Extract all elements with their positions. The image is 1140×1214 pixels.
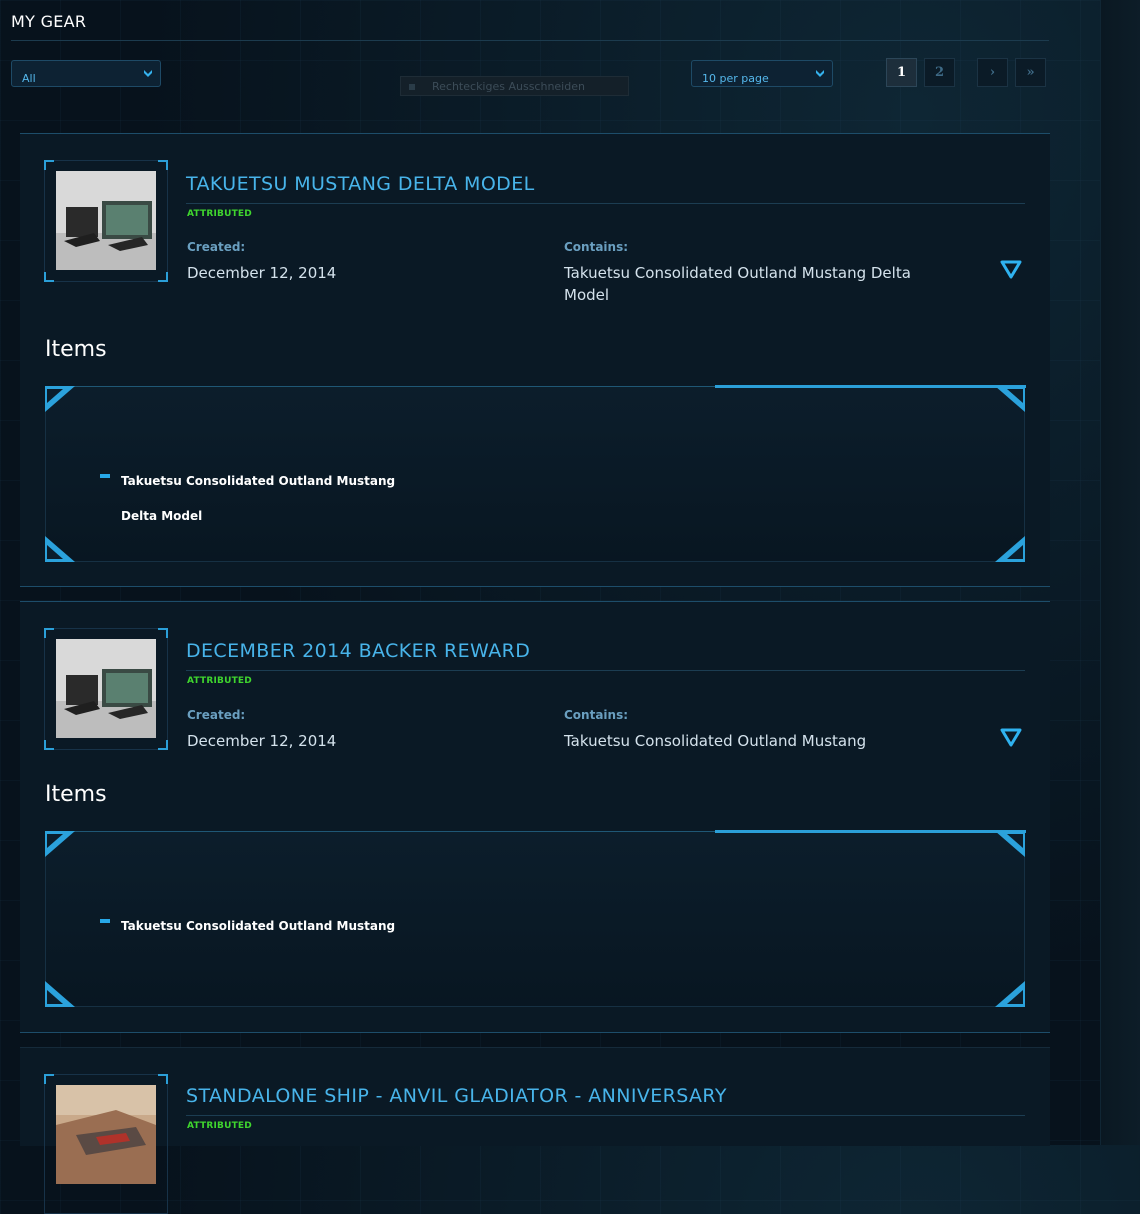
page-button-2[interactable]: 2 [924, 58, 955, 87]
mustang-model-image [56, 171, 156, 270]
pledge-title[interactable]: DECEMBER 2014 BACKER REWARD [186, 640, 530, 662]
triangle-down-icon[interactable] [1000, 727, 1022, 747]
triangle-down-icon[interactable] [1000, 259, 1022, 279]
ghost-tooltip-text: Rechteckiges Ausschneiden [432, 80, 585, 93]
pledge-thumbnail[interactable] [44, 628, 168, 750]
pledge-thumbnail[interactable] [44, 1074, 168, 1214]
chevron-down-icon [816, 70, 824, 77]
bullet-icon [100, 919, 110, 923]
contains-value: Takuetsu Consolidated Outland Mustang De… [564, 264, 911, 304]
chevron-down-icon [144, 70, 152, 77]
last-page-button[interactable]: » [1015, 58, 1046, 87]
mustang-model-image [56, 639, 156, 738]
page-button-1[interactable]: 1 [886, 58, 917, 87]
scissor-square-icon [409, 84, 415, 90]
items-heading: Items [45, 337, 107, 362]
created-date: December 12, 2014 [187, 264, 337, 282]
status-badge: ATTRIBUTED [187, 209, 252, 219]
created-date: December 12, 2014 [187, 732, 337, 750]
per-page-value: 10 per page [702, 72, 769, 85]
ghost-tooltip: Rechteckiges Ausschneiden [400, 76, 629, 96]
item-name: Takuetsu Consolidated Outland Mustang De… [121, 474, 396, 523]
contains-label: Contains: [564, 240, 629, 254]
pledge-card: STANDALONE SHIP - ANVIL GLADIATOR - ANNI… [20, 1047, 1050, 1214]
page-title: MY GEAR [11, 12, 87, 31]
pledge-title[interactable]: STANDALONE SHIP - ANVIL GLADIATOR - ANNI… [186, 1085, 727, 1107]
bullet-icon [100, 474, 110, 478]
title-underline [186, 203, 1025, 204]
item-name: Takuetsu Consolidated Outland Mustang [121, 919, 396, 933]
category-filter-select[interactable]: All [11, 60, 161, 87]
title-divider [11, 40, 1049, 41]
pledge-title[interactable]: TAKUETSU MUSTANG DELTA MODEL [186, 173, 535, 195]
right-rail [1100, 0, 1140, 1145]
pledge-thumbnail[interactable] [44, 160, 168, 282]
category-filter-value: All [22, 72, 36, 85]
contains-label: Contains: [564, 708, 629, 722]
title-underline [186, 670, 1025, 671]
status-badge: ATTRIBUTED [187, 1121, 252, 1131]
created-label: Created: [187, 708, 246, 722]
pledge-card: DECEMBER 2014 BACKER REWARD ATTRIBUTED C… [20, 601, 1050, 1033]
items-panel: Takuetsu Consolidated Outland Mustang [45, 830, 1026, 1007]
gladiator-ship-image [56, 1085, 156, 1184]
items-heading: Items [45, 782, 107, 807]
items-panel: Takuetsu Consolidated Outland Mustang De… [45, 385, 1026, 562]
created-label: Created: [187, 240, 246, 254]
contains-value: Takuetsu Consolidated Outland Mustang [564, 732, 867, 750]
pledge-card: TAKUETSU MUSTANG DELTA MODEL ATTRIBUTED … [20, 133, 1050, 587]
per-page-select[interactable]: 10 per page [691, 60, 833, 87]
status-badge: ATTRIBUTED [187, 676, 252, 686]
next-page-button[interactable]: › [977, 58, 1008, 87]
title-underline [186, 1115, 1025, 1116]
